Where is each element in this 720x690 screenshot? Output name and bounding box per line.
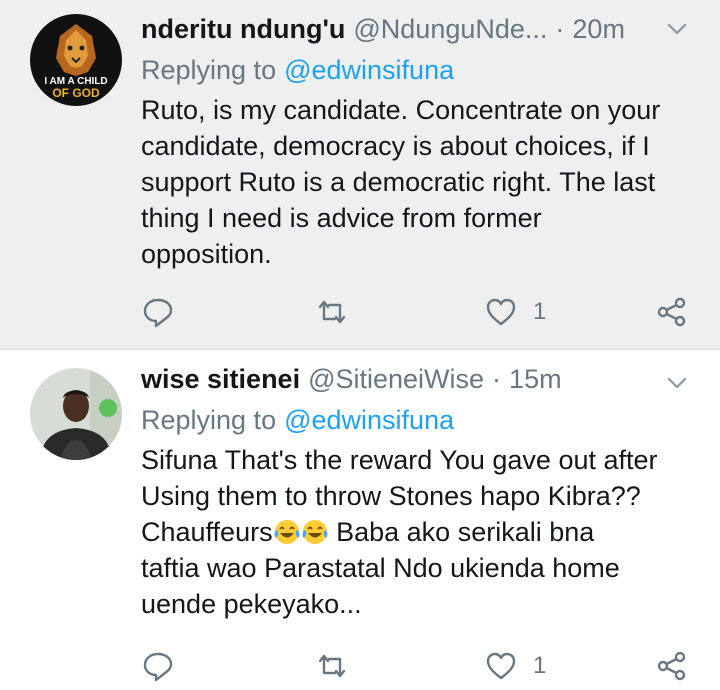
share-icon bbox=[657, 651, 686, 681]
tweet-text-line: Using them to throw Stones hapo Kibra?? bbox=[141, 481, 641, 511]
share-button[interactable] bbox=[656, 646, 688, 686]
tweet-card-1[interactable]: I AM A CHILD OF GOD nderitu ndung'u @Ndu… bbox=[0, 0, 720, 350]
tweet-text-line: uende pekeyako... bbox=[141, 589, 362, 619]
avatar-image bbox=[30, 368, 122, 460]
like-button[interactable]: 1 bbox=[485, 292, 546, 332]
tweet-text: Sifuna That's the reward You gave out af… bbox=[141, 442, 701, 622]
tweet-text-segment: Baba ako serikali bna bbox=[328, 517, 595, 547]
reply-icon bbox=[143, 298, 173, 328]
retweet-button[interactable] bbox=[314, 646, 350, 686]
separator-dot: · bbox=[492, 363, 502, 394]
like-count: 1 bbox=[533, 298, 547, 325]
heart-icon bbox=[486, 298, 516, 326]
separator-dot: · bbox=[555, 13, 565, 44]
avatar-image: I AM A CHILD OF GOD bbox=[30, 14, 122, 106]
heart-icon bbox=[486, 652, 516, 680]
avatar-caption-2: OF GOD bbox=[52, 86, 100, 100]
tweet-text-line: Sifuna That's the reward You gave out af… bbox=[141, 445, 658, 475]
tweet-actions: 1 bbox=[0, 646, 720, 686]
share-button[interactable] bbox=[656, 292, 688, 332]
user-handle[interactable]: @SitieneiWise bbox=[308, 364, 484, 395]
tears-of-joy-emoji bbox=[274, 520, 300, 544]
timestamp[interactable]: 15m bbox=[509, 364, 562, 395]
like-button[interactable]: 1 bbox=[485, 646, 546, 686]
tears-of-joy-emoji bbox=[302, 520, 328, 544]
like-count: 1 bbox=[533, 652, 547, 679]
user-handle[interactable]: @NdunguNde... bbox=[353, 14, 547, 45]
reply-button[interactable] bbox=[141, 292, 175, 332]
avatar[interactable] bbox=[30, 368, 122, 460]
avatar[interactable]: I AM A CHILD OF GOD bbox=[30, 14, 122, 106]
chevron-down-icon[interactable] bbox=[666, 18, 688, 40]
retweet-button[interactable] bbox=[314, 292, 350, 332]
tweet-actions: 1 bbox=[0, 292, 720, 332]
tweet-header: nderitu ndung'u @NdunguNde... · 20m bbox=[141, 8, 700, 50]
timestamp[interactable]: 20m bbox=[572, 14, 625, 45]
tweet-text-line: Chauffeurs Baba ako serikali bna bbox=[141, 514, 701, 550]
tweet-text-line: support Ruto is a democratic right. The … bbox=[141, 167, 656, 197]
chevron-down-icon[interactable] bbox=[666, 372, 688, 394]
replying-to-label: Replying to bbox=[141, 54, 277, 85]
tweet-content: nderitu ndung'u @NdunguNde... · 20m Repl… bbox=[141, 8, 700, 272]
reply-button[interactable] bbox=[141, 646, 175, 686]
share-icon bbox=[657, 297, 686, 327]
tweet-text-line: taftia wao Parastatal Ndo ukienda home bbox=[141, 553, 620, 583]
reply-icon bbox=[143, 652, 173, 682]
replying-to-link[interactable]: @edwinsifuna bbox=[284, 55, 454, 86]
tweet-card-2[interactable]: wise sitienei @SitieneiWise · 15m Replyi… bbox=[0, 350, 720, 690]
replying-to-label: Replying to bbox=[141, 404, 277, 435]
tweet-text-segment: Chauffeurs bbox=[141, 517, 273, 547]
replying-to-link[interactable]: @edwinsifuna bbox=[284, 405, 454, 436]
tweet-text-line: Ruto, is my candidate. Concentrate on yo… bbox=[141, 95, 661, 125]
tweet-content: wise sitienei @SitieneiWise · 15m Replyi… bbox=[141, 358, 700, 622]
retweet-icon bbox=[318, 654, 346, 678]
tweet-header: wise sitienei @SitieneiWise · 15m bbox=[141, 358, 700, 400]
retweet-icon bbox=[318, 300, 346, 324]
display-name[interactable]: nderitu ndung'u bbox=[141, 14, 345, 45]
tweet-text-line: candidate, democracy is about choices, i… bbox=[141, 131, 650, 161]
replying-to: Replying to @edwinsifuna bbox=[141, 50, 700, 90]
tweet-text: Ruto, is my candidate. Concentrate on yo… bbox=[141, 92, 701, 272]
reply-feed: I AM A CHILD OF GOD nderitu ndung'u @Ndu… bbox=[0, 0, 720, 690]
display-name[interactable]: wise sitienei bbox=[141, 364, 300, 395]
tweet-text-line: opposition. bbox=[141, 239, 272, 269]
replying-to: Replying to @edwinsifuna bbox=[141, 400, 700, 440]
tweet-text-line: thing I need is advice from former bbox=[141, 203, 542, 233]
